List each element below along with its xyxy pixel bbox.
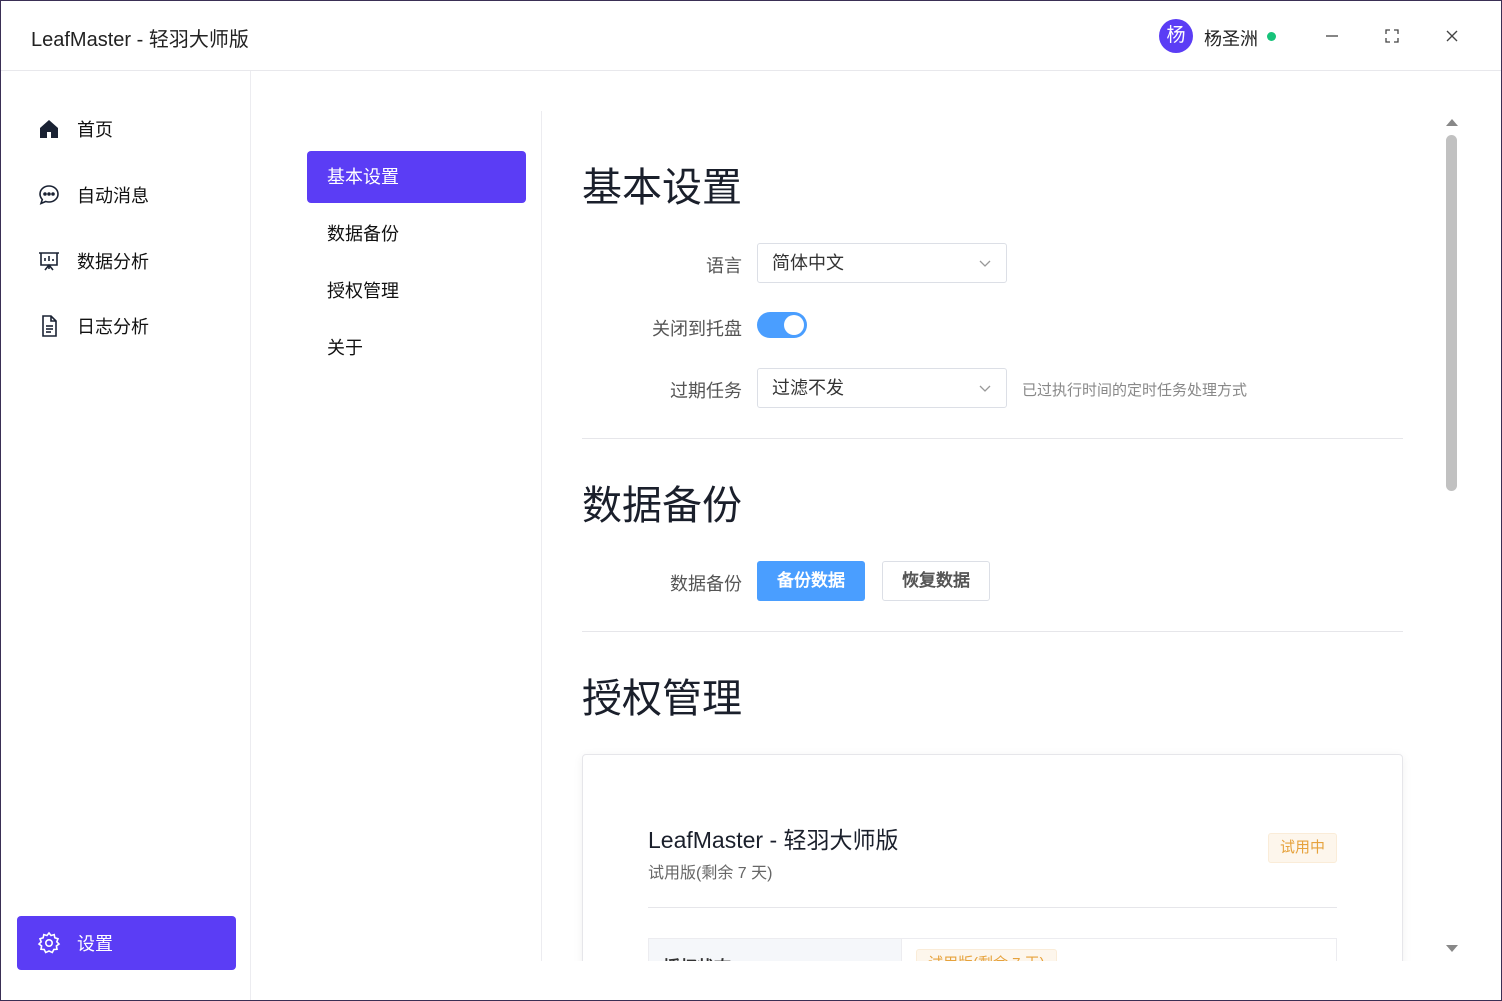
status-badge: 试用中 [1268,833,1338,863]
presentation-chart-icon [39,252,59,271]
submenu-item-license[interactable]: 授权管理 [307,265,526,317]
app-title: LeafMaster - 轻羽大师版 [31,29,249,51]
expired-task-label: 过期任务 [670,381,742,401]
backup-heading: 数据备份 [582,484,742,528]
license-subtitle: 试用版(剩余 7 天) [648,865,773,882]
restore-data-button[interactable]: 恢复数据 [882,561,990,601]
license-product-title: LeafMaster - 轻羽大师版 [648,827,899,853]
sidebar-item-label: 日志分析 [77,317,149,337]
sidebar-item-label: 数据分析 [77,252,149,272]
section-divider [582,438,1403,439]
sidebar-item-label: 首页 [77,120,113,140]
close-to-tray-toggle[interactable] [757,312,807,338]
sidebar-item-label: 自动消息 [77,186,149,206]
scrollbar[interactable] [1441,111,1463,961]
sidebar-item-log-analysis[interactable]: 日志分析 [17,299,236,353]
title-bar: LeafMaster - 轻羽大师版 杨 杨圣洲 [1,1,1501,71]
minimize-button[interactable] [1317,21,1347,51]
basic-settings-heading: 基本设置 [582,166,742,210]
close-to-tray-label: 关闭到托盘 [652,319,742,339]
backup-data-button[interactable]: 备份数据 [757,561,865,601]
expired-task-hint: 已过执行时间的定时任务处理方式 [1022,382,1248,399]
sidebar-item-home[interactable]: 首页 [17,102,236,156]
toggle-knob [784,315,804,335]
chevron-down-icon [979,260,991,267]
chat-icon [39,185,59,205]
license-card: LeafMaster - 轻羽大师版 试用版(剩余 7 天) 试用中 授权状态 … [582,754,1403,961]
scrollbar-thumb[interactable] [1446,135,1457,491]
backup-label: 数据备份 [670,574,742,594]
language-select-value: 简体中文 [772,253,844,273]
chevron-down-icon [979,385,991,392]
language-label: 语言 [706,256,742,276]
avatar[interactable]: 杨 [1159,19,1193,53]
submenu-item-about[interactable]: 关于 [307,322,526,374]
settings-content: 基本设置 语言 简体中文 关闭到托盘 过期任务 过滤不发 已过执行时间的定时任务… [542,111,1442,961]
user-name[interactable]: 杨圣洲 [1204,25,1258,51]
maximize-button[interactable] [1377,21,1407,51]
license-status-label: 授权状态 [663,953,731,961]
document-icon [42,315,57,337]
gear-icon [37,931,61,954]
sidebar-item-settings[interactable]: 设置 [17,916,236,970]
minimize-icon [1326,35,1338,37]
section-divider [582,631,1403,632]
license-status-badge: 试用版(剩余 7 天) [916,949,1057,961]
card-divider [648,907,1337,908]
submenu-item-basic[interactable]: 基本设置 [307,151,526,203]
license-heading: 授权管理 [582,677,742,721]
scroll-up-arrow-icon[interactable] [1446,119,1458,126]
expired-task-select-value: 过滤不发 [772,378,844,398]
sidebar-item-auto-message[interactable]: 自动消息 [17,168,236,222]
close-button[interactable] [1437,21,1467,51]
maximize-icon [1385,29,1399,43]
license-table-header: 授权状态 [649,939,902,961]
license-table: 授权状态 试用版(剩余 7 天) [648,938,1337,961]
expired-task-select[interactable]: 过滤不发 [757,368,1007,408]
language-select[interactable]: 简体中文 [757,243,1007,283]
online-status-dot [1267,32,1276,41]
sidebar: 首页 自动消息 数据分析 日志分析 设置 [1,71,251,1000]
sidebar-item-data-analysis[interactable]: 数据分析 [17,234,236,288]
submenu-item-backup[interactable]: 数据备份 [307,208,526,260]
app-window: LeafMaster - 轻羽大师版 杨 杨圣洲 首页 自动消息 数据分析 日志… [0,0,1502,1001]
close-icon [1446,30,1458,42]
home-icon [40,120,58,138]
scroll-down-arrow-icon[interactable] [1446,945,1458,952]
sidebar-item-label: 设置 [77,934,113,954]
settings-submenu: 基本设置 数据备份 授权管理 关于 [251,71,541,961]
